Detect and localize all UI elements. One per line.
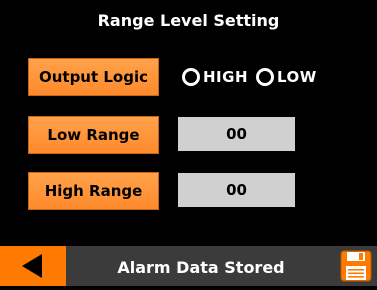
status-message: Alarm Data Stored	[117, 258, 285, 277]
low-range-button[interactable]: Low Range	[28, 116, 159, 154]
radio-label-high: HIGH	[203, 68, 249, 86]
output-logic-button[interactable]: Output Logic	[28, 58, 159, 96]
back-button[interactable]	[0, 246, 66, 286]
page-title: Range Level Setting	[97, 11, 280, 30]
save-button[interactable]	[340, 250, 372, 282]
radio-label-low: LOW	[277, 68, 317, 86]
floppy-disk-icon	[340, 250, 372, 282]
low-range-value[interactable]: 00	[178, 117, 295, 151]
range-level-screen: Range Level Setting Output Logic HIGH LO…	[0, 0, 377, 286]
footer-bar: Alarm Data Stored	[0, 246, 377, 286]
output-logic-radio-group: HIGH LOW	[182, 65, 317, 89]
radio-option-high[interactable]: HIGH	[182, 68, 248, 86]
high-range-button[interactable]: High Range	[28, 172, 159, 210]
radio-circle-icon	[256, 68, 275, 86]
high-range-value[interactable]: 00	[178, 173, 295, 207]
back-arrow-icon	[22, 254, 42, 278]
radio-option-low[interactable]: LOW	[256, 68, 317, 86]
radio-circle-icon	[182, 68, 200, 86]
